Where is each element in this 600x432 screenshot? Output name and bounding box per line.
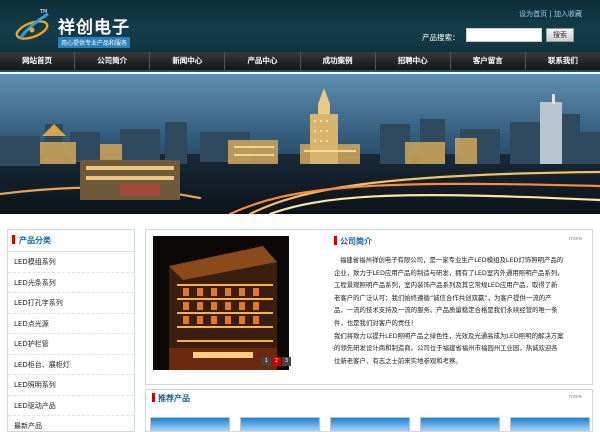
about-title-label: 公司简介	[340, 237, 372, 246]
sidebar-item-led-guardrail-tube[interactable]: LED护栏管	[8, 334, 134, 355]
sidebar-item-led-lighting[interactable]: LED照明系列	[8, 375, 134, 396]
pager-1[interactable]: 1	[262, 357, 271, 366]
sidebar-item-led-punched-letter[interactable]: LED打孔字系列	[8, 293, 134, 314]
products-more-link[interactable]: more	[569, 394, 582, 400]
product-thumbnail[interactable]	[330, 417, 410, 431]
nav-news[interactable]: 新闻中心	[150, 52, 226, 70]
add-favorite-link[interactable]: 加入收藏	[554, 10, 582, 18]
nav-about[interactable]: 公司简介	[75, 52, 151, 70]
search-label: 产品搜索：	[422, 33, 460, 42]
sidebar-item-led-point-light[interactable]: LED点光源	[8, 314, 134, 334]
trademark: TM	[40, 9, 48, 15]
products-title: 推荐产品	[152, 393, 190, 404]
nav-products[interactable]: 产品中心	[225, 52, 301, 70]
nav-jobs[interactable]: 招聘中心	[376, 52, 451, 70]
nav-home[interactable]: 网站首页	[0, 52, 76, 70]
nav-messages[interactable]: 客户留言	[451, 52, 526, 70]
about-line: 我们将致力以提升LED照明产品之绿色性，光效及光通高成为LED照明的解决方案	[334, 331, 564, 340]
set-homepage-link[interactable]: 设为首页	[519, 10, 547, 18]
company-intro-panel: 1 2 3 公司简介 more 福建省福州祥创电子有限公司，是一家专业生产LED…	[145, 229, 593, 385]
search-button[interactable]: 搜索	[546, 28, 574, 42]
sidebar-item-led-light-bar[interactable]: LED光条系列	[8, 273, 134, 293]
sidebar-item-led-driver[interactable]: LED驱动产品	[8, 396, 134, 416]
about-more-link[interactable]: more	[569, 236, 582, 242]
product-category-sidebar: 产品分类 LED模组系列 LED光条系列 LED打孔字系列 LED点光源 LED…	[7, 229, 135, 432]
about-line: 件，也是我们对客户的责任！	[334, 318, 418, 327]
about-line: 福建省福州祥创电子有限公司，是一家专业生产LED模组及LED灯饰照明产品的	[340, 256, 564, 264]
about-text: 福建省福州祥创电子有限公司，是一家专业生产LED模组及LED灯饰照明产品的 企业…	[334, 254, 586, 367]
top-links: 设为首页 | 加入收藏	[519, 9, 582, 19]
sidebar-item-led-counter-light[interactable]: LED柜台、展柜灯	[8, 355, 134, 375]
product-thumbnails	[150, 417, 590, 431]
top-links-separator: |	[549, 10, 552, 18]
brand-slogan: 用心提供专业产品和服务	[58, 37, 131, 48]
swoosh-logo-icon	[15, 12, 49, 40]
pager-2[interactable]: 2	[272, 357, 281, 366]
title-marker	[334, 236, 337, 245]
about-line: 企业，致力于LED应用产品的制造与研发，拥有了LED室内外通用照明产品系列，	[334, 268, 564, 277]
about-line: 的领先研发设计商和制造商。公司位于福建省福州市福园州工业园，热诚欢迎各	[334, 344, 558, 353]
title-marker	[152, 393, 155, 402]
about-title: 公司简介	[334, 236, 372, 247]
nav-cases[interactable]: 成功案例	[301, 52, 376, 70]
about-line: 老客户的广泛认可；我们始终遵循“诚信合作共创双赢”，为客户提供一流的产	[334, 293, 552, 302]
about-line: 位新老客户、有志之士前来实地参观和考察。	[334, 356, 462, 365]
brand-name[interactable]: 祥创电子	[58, 13, 130, 38]
about-line: 工程景观照明产品系列，室内装饰产品系列及其它常规LED应用产品，取得了新	[334, 281, 558, 290]
product-thumbnail[interactable]	[420, 417, 500, 431]
recommended-products-panel: 推荐产品 more	[145, 389, 593, 432]
product-thumbnail[interactable]	[150, 417, 230, 431]
company-building-photo[interactable]	[153, 236, 289, 370]
photo-pager: 1 2 3	[261, 357, 291, 366]
sidebar-title: 产品分类	[8, 230, 134, 252]
nav-contact[interactable]: 联系我们	[526, 52, 600, 70]
pager-3[interactable]: 3	[282, 357, 291, 366]
main-nav: 网站首页 公司简介 新闻中心 产品中心 成功案例 招聘中心 客户留言 联系我们	[0, 52, 600, 72]
sidebar-title-label: 产品分类	[19, 236, 51, 245]
product-thumbnail[interactable]	[240, 417, 320, 431]
title-marker	[12, 235, 15, 244]
product-thumbnail[interactable]	[510, 417, 590, 431]
site-header: TM 祥创电子 用心提供专业产品和服务 设为首页 | 加入收藏 产品搜索： 搜索	[0, 0, 600, 52]
city-night-banner	[0, 74, 600, 214]
about-line: 品，一流的技术支持及一流的服务。产品质量稳定合格是我们永续经营的唯一条	[334, 306, 558, 315]
sidebar-item-led-module[interactable]: LED模组系列	[8, 252, 134, 273]
products-title-label: 推荐产品	[158, 394, 190, 403]
search-input[interactable]	[466, 28, 542, 42]
sidebar-item-latest-products[interactable]: 最新产品	[8, 416, 134, 432]
